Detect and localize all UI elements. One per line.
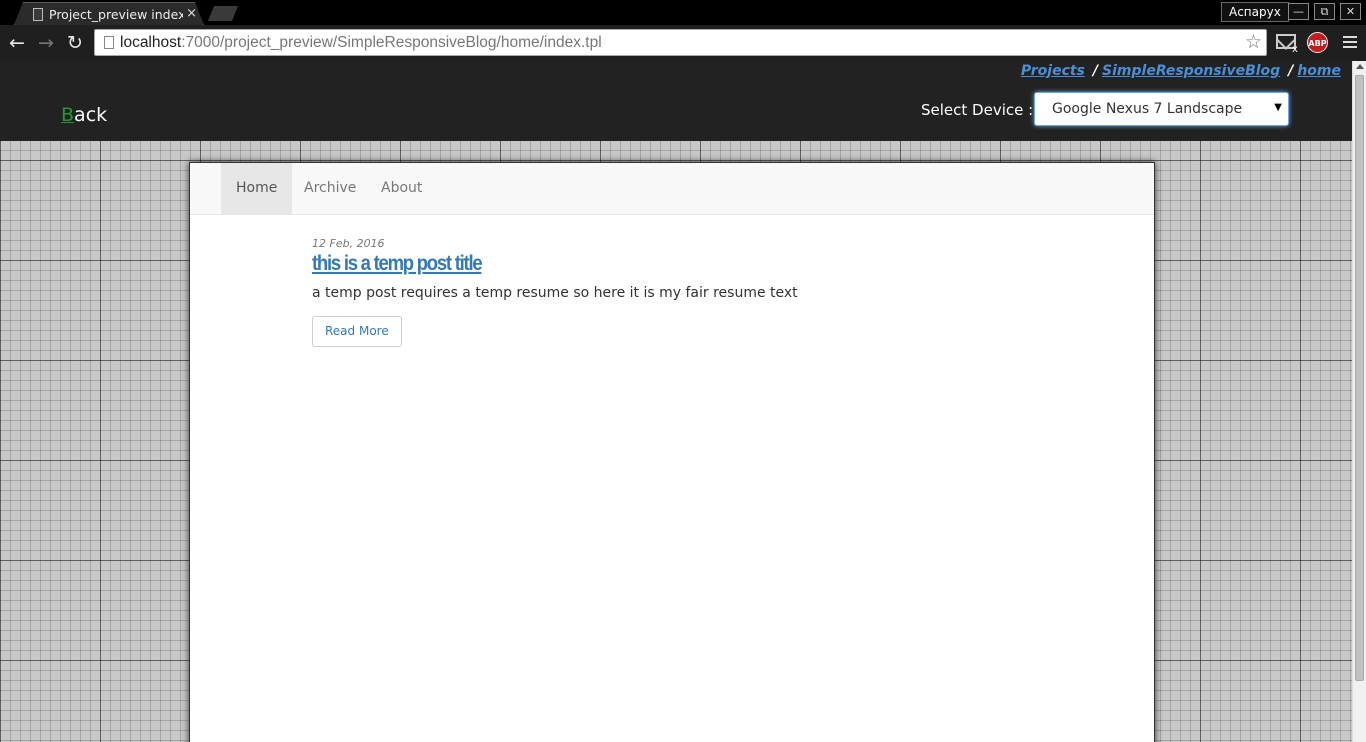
device-selected-value: Google Nexus 7 Landscape: [1052, 101, 1243, 117]
page-icon: [33, 8, 43, 21]
post-resume: a temp post requires a temp resume so he…: [312, 285, 798, 301]
device-preview-frame: Home Archive About 12 Feb, 2016 this is …: [189, 162, 1155, 742]
back-arrow-icon[interactable]: ←: [6, 32, 28, 54]
minimize-icon[interactable]: —: [1288, 3, 1309, 20]
bookmark-star-icon[interactable]: ☆: [1245, 31, 1262, 53]
breadcrumb-separator: /: [1092, 63, 1099, 79]
breadcrumb-projects-link[interactable]: Projects: [1021, 63, 1085, 79]
address-bar[interactable]: localhost:7000/project_preview/SimpleRes…: [94, 29, 1267, 56]
restore-icon[interactable]: ⧉: [1314, 3, 1335, 20]
browser-title-bar: Project_preview index.tpl × Аспарух — ⧉ …: [0, 0, 1366, 25]
reload-icon[interactable]: ↻: [64, 32, 86, 54]
browser-toolbar: ← → ↻ localhost:7000/project_preview/Sim…: [0, 25, 1366, 61]
tab-close-icon[interactable]: ×: [186, 6, 197, 21]
new-tab-button[interactable]: [208, 6, 238, 21]
url-text[interactable]: localhost:7000/project_preview/SimpleRes…: [120, 34, 602, 52]
page-viewport: Projects / SimpleResponsiveBlog / home Back …: [0, 61, 1352, 742]
nav-about[interactable]: About: [366, 163, 437, 214]
dropdown-arrow-icon: ▼: [1274, 102, 1282, 113]
scroll-up-arrow-icon[interactable]: [1356, 64, 1364, 69]
back-link[interactable]: Back: [61, 104, 107, 126]
site-header: Projects / SimpleResponsiveBlog / home Back …: [0, 61, 1352, 141]
vertical-scrollbar[interactable]: [1352, 61, 1366, 742]
adblock-icon[interactable]: ABP: [1307, 32, 1328, 53]
post-date: 12 Feb, 2016: [312, 237, 385, 250]
forward-arrow-icon[interactable]: →: [35, 32, 57, 54]
breadcrumb-home-link[interactable]: home: [1297, 63, 1341, 79]
device-label: Select Device :: [921, 101, 1034, 119]
breadcrumb: Projects / SimpleResponsiveBlog / home: [1021, 63, 1341, 79]
read-more-button[interactable]: Read More: [312, 316, 402, 347]
breadcrumb-project-link[interactable]: SimpleResponsiveBlog: [1102, 63, 1280, 79]
profile-name-badge[interactable]: Аспарух: [1221, 2, 1289, 22]
mail-extension-badge: x: [1292, 44, 1298, 55]
nav-home[interactable]: Home: [221, 163, 293, 214]
blog-navbar: Home Archive About: [190, 163, 1154, 215]
hamburger-menu-icon[interactable]: [1343, 36, 1357, 51]
grid-background: Home Archive About 12 Feb, 2016 this is …: [0, 141, 1352, 742]
breadcrumb-separator: /: [1288, 63, 1294, 79]
close-window-icon[interactable]: ✕: [1340, 3, 1361, 20]
post-title-link[interactable]: this is a temp post title: [312, 252, 483, 276]
page-icon: [104, 36, 114, 49]
tab-title: Project_preview index.tpl: [49, 7, 183, 22]
browser-tab[interactable]: Project_preview index.tpl ×: [14, 2, 204, 25]
device-select[interactable]: Google Nexus 7 Landscape ▼: [1034, 92, 1289, 126]
scrollbar-thumb[interactable]: [1355, 75, 1364, 681]
nav-archive[interactable]: Archive: [289, 163, 371, 214]
